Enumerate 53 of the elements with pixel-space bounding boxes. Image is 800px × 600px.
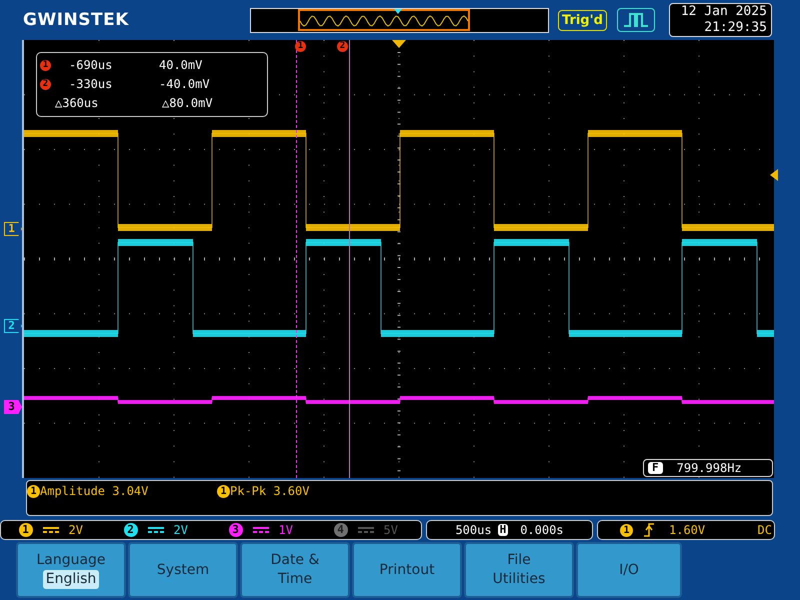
time-text: 21:29:35 (704, 20, 767, 36)
channel-scale: 1V (278, 523, 294, 537)
date-text: 12 Jan 2025 (680, 4, 767, 20)
cursor-marker[interactable]: 2 (337, 41, 348, 52)
channel-scale: 2V (68, 523, 84, 537)
delta-voltage: △80.0mV (162, 95, 213, 112)
cursor-marker[interactable]: 1 (295, 41, 306, 52)
channel-badge: 1 (27, 484, 40, 498)
channel-scale: 5V (384, 523, 399, 537)
channel-badge: 1 (18, 523, 32, 537)
dc-coupling-icon (42, 526, 58, 534)
delta-time: △360us (55, 95, 100, 112)
menu-button[interactable]: I/O (576, 542, 682, 598)
cursor-time: -330us (69, 76, 114, 93)
frequency-badge: F (648, 462, 663, 474)
trigger-level-icon (770, 169, 778, 181)
measurement-value: Amplitude 3.04V (40, 484, 148, 498)
horizontal-position: 0.000s (520, 523, 564, 537)
cursor-voltage: 40.0mV (159, 57, 202, 74)
horizontal-badge: H (498, 524, 508, 536)
timebase-scale: 500us (455, 523, 492, 537)
cursor-line[interactable] (296, 40, 297, 478)
channel-scale: 2V (174, 523, 189, 537)
language-value: English (42, 570, 100, 589)
trigger-level: 1.60V (669, 523, 706, 537)
channel-badge: 2 (124, 523, 138, 537)
measurement-value: Pk-Pk 3.60V (230, 484, 310, 498)
brand-logo: GWINSTEK (23, 10, 130, 30)
channel-marker[interactable]: 2 (4, 319, 22, 333)
menu-button[interactable]: Language English (16, 542, 126, 598)
channel-badge: 4 (334, 523, 348, 537)
trigger-coupling: DC (758, 523, 772, 537)
rising-edge-icon (643, 522, 655, 538)
menu-button[interactable]: System (128, 542, 238, 598)
cursor-time: -690us (69, 57, 114, 74)
cursor-marker: 2 (40, 79, 51, 90)
cursor-marker: 1 (40, 60, 51, 71)
trigger-source-badge: 1 (620, 524, 633, 536)
cursor-voltage: -40.0mV (159, 76, 210, 93)
pulse-icon (622, 11, 649, 29)
menu-button[interactable]: Date & Time (240, 542, 350, 598)
trigger-status: Trig'd (558, 10, 607, 30)
dc-coupling-icon (252, 526, 268, 534)
frequency-value: 799.998Hz (676, 461, 742, 475)
menu-button[interactable]: Printout (352, 542, 462, 598)
trigger-position-icon (392, 40, 406, 48)
dc-coupling-icon (358, 526, 374, 534)
menu-button[interactable]: File Utilities (464, 542, 574, 598)
channel-marker[interactable]: 1 (4, 222, 22, 236)
channel-badge: 3 (228, 523, 242, 537)
dc-coupling-icon (148, 526, 164, 534)
channel-marker[interactable]: 3 (4, 400, 22, 414)
channel-badge: 1 (217, 484, 230, 498)
